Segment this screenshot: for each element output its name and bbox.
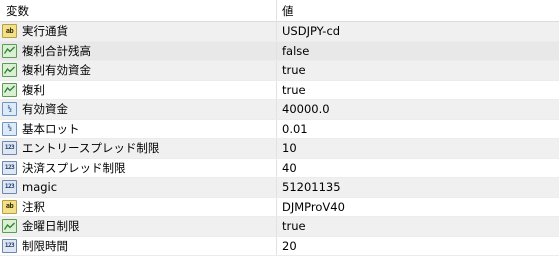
parameter-name: 実行通貨 <box>22 24 68 39</box>
parameter-value[interactable]: USDJPY-cd <box>277 22 559 41</box>
parameter-name-cell: ½ 有効資金 <box>0 100 277 119</box>
bool-type-icon <box>2 82 17 97</box>
parameter-value[interactable]: 51201135 <box>277 178 559 197</box>
parameter-value[interactable]: 0.01 <box>277 120 559 139</box>
parameter-name: 複利合計残高 <box>22 43 91 58</box>
parameter-value[interactable]: 40000.0 <box>277 100 559 119</box>
column-header-variable[interactable]: 変数 <box>0 0 277 21</box>
parameter-name: 注釈 <box>22 199 45 214</box>
parameter-row[interactable]: ab 実行通貨 USDJPY-cd <box>0 22 559 42</box>
parameter-name: 決済スプレッド制限 <box>22 160 126 175</box>
parameter-name-cell: ab 注釈 <box>0 197 277 216</box>
string-type-icon: ab <box>2 24 17 39</box>
int-type-icon: 123 <box>2 238 17 253</box>
parameter-row[interactable]: 123 決済スプレッド制限 40 <box>0 158 559 178</box>
parameter-row[interactable]: ab 注釈 DJMProV40 <box>0 197 559 217</box>
parameter-name: 基本ロット <box>22 121 80 136</box>
double-type-icon: ½ <box>2 102 17 117</box>
parameter-value[interactable]: true <box>277 81 559 100</box>
parameter-value[interactable]: 20 <box>277 237 559 256</box>
bool-type-icon <box>2 219 17 234</box>
parameter-name-cell: 複利 <box>0 80 277 99</box>
int-type-icon: 123 <box>2 160 17 175</box>
string-type-icon: ab <box>2 199 17 214</box>
parameter-name-cell: ½ 基本ロット <box>0 119 277 138</box>
parameter-name-cell: 複利有効資金 <box>0 61 277 80</box>
parameter-name: 複利有効資金 <box>22 63 91 78</box>
parameter-row[interactable]: 123 制限時間 20 <box>0 236 559 256</box>
parameter-row[interactable]: 123 magic 51201135 <box>0 178 559 198</box>
parameter-value[interactable]: false <box>277 42 559 61</box>
int-type-icon: 123 <box>2 141 17 156</box>
parameter-name-cell: 123 エントリースプレッド制限 <box>0 139 277 158</box>
parameter-name: 制限時間 <box>22 238 68 253</box>
parameter-value[interactable]: 40 <box>277 159 559 178</box>
parameter-value[interactable]: true <box>277 61 559 80</box>
parameter-row[interactable]: ½ 基本ロット 0.01 <box>0 119 559 139</box>
table-header: 変数 値 <box>0 0 559 22</box>
parameter-name-cell: 123 制限時間 <box>0 236 277 255</box>
double-type-icon: ½ <box>2 121 17 136</box>
bool-type-icon <box>2 63 17 78</box>
parameter-row[interactable]: 複利有効資金 true <box>0 61 559 81</box>
parameter-row[interactable]: 金曜日制限 true <box>0 217 559 237</box>
column-header-value[interactable]: 値 <box>277 0 559 21</box>
parameter-name: 金曜日制限 <box>22 219 80 234</box>
parameter-name: エントリースプレッド制限 <box>22 141 160 156</box>
int-type-icon: 123 <box>2 180 17 195</box>
parameter-name-cell: ab 実行通貨 <box>0 22 277 41</box>
parameter-row[interactable]: 複利合計残高 false <box>0 41 559 61</box>
parameter-name: 有効資金 <box>22 102 68 117</box>
parameter-name-cell: 金曜日制限 <box>0 217 277 236</box>
parameter-row[interactable]: 複利 true <box>0 80 559 100</box>
parameter-value[interactable]: 10 <box>277 139 559 158</box>
parameter-value[interactable]: DJMProV40 <box>277 198 559 217</box>
bool-type-icon <box>2 43 17 58</box>
parameter-name-cell: 複利合計残高 <box>0 41 277 60</box>
parameter-row[interactable]: 123 エントリースプレッド制限 10 <box>0 139 559 159</box>
parameter-row[interactable]: ½ 有効資金 40000.0 <box>0 100 559 120</box>
parameter-name: 複利 <box>22 82 45 97</box>
parameter-name-cell: 123 決済スプレッド制限 <box>0 158 277 177</box>
parameters-table: 変数 値 ab 実行通貨 USDJPY-cd 複利合計残高 false 複利有効資金 tru… <box>0 0 559 268</box>
parameter-value[interactable]: true <box>277 217 559 236</box>
parameter-name: magic <box>22 180 58 195</box>
parameter-name-cell: 123 magic <box>0 178 277 197</box>
